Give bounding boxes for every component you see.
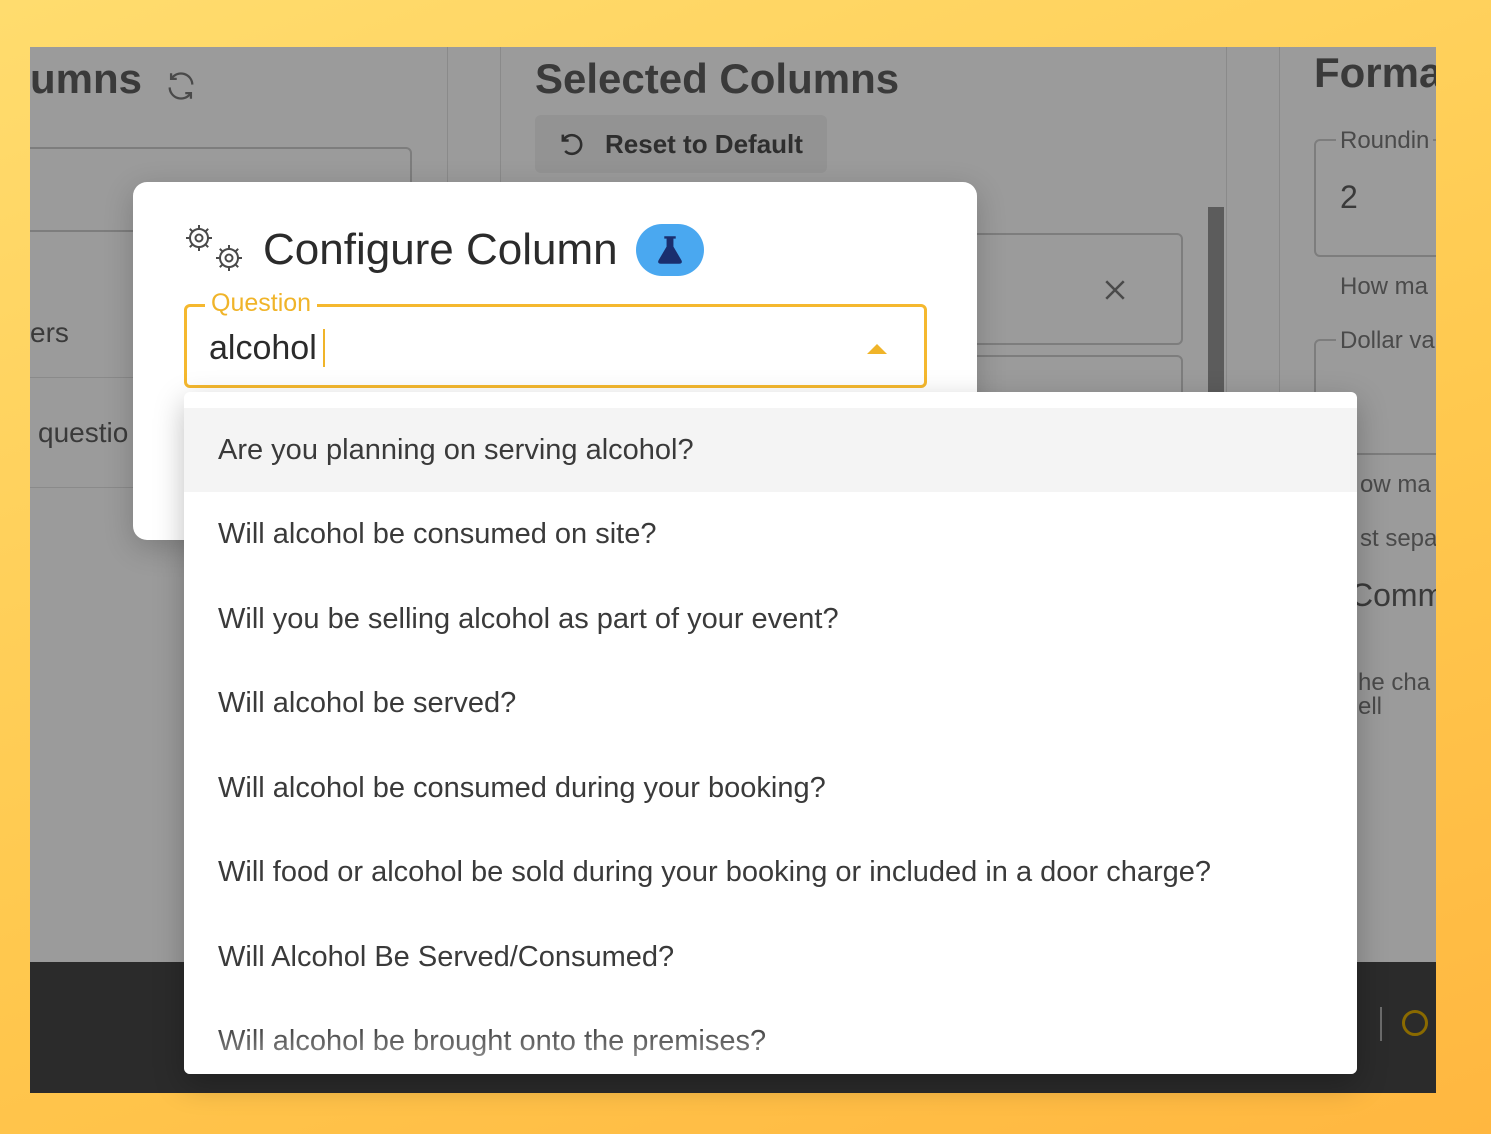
rounding-value: 2 xyxy=(1340,179,1358,215)
rounding-label: Roundin xyxy=(1336,127,1434,155)
rounding-field[interactable] xyxy=(1314,139,1436,257)
list-item: questio xyxy=(38,417,129,448)
dollar-help: ow ma xyxy=(1360,471,1431,498)
question-autocomplete[interactable]: Question xyxy=(184,289,927,388)
option-item[interactable]: Will alcohol be served? xyxy=(184,661,1357,745)
refresh-icon[interactable] xyxy=(164,65,198,100)
question-options-listbox: Are you planning on serving alcohol? Wil… xyxy=(184,392,1357,1074)
reset-to-default-button[interactable]: Reset to Default xyxy=(535,115,827,173)
rounding-help: How ma xyxy=(1340,273,1429,300)
dollar-label: Dollar va xyxy=(1336,327,1436,355)
selected-columns-title: Selected Columns xyxy=(535,55,900,102)
separator-label: st sepa xyxy=(1360,525,1436,552)
selected-column-card xyxy=(950,233,1183,345)
option-item[interactable]: Will you be selling alcohol as part of y… xyxy=(184,577,1357,661)
text-cursor xyxy=(323,329,325,367)
logo-icon xyxy=(1402,1010,1428,1036)
char-help: he cha ell xyxy=(1358,669,1431,720)
option-item[interactable]: Will alcohol be consumed during your boo… xyxy=(184,746,1357,830)
gears-icon xyxy=(186,225,242,271)
undo-icon xyxy=(561,133,583,156)
scrollbar[interactable] xyxy=(1208,207,1224,397)
option-item[interactable]: Will food or alcohol be sold during your… xyxy=(184,830,1357,914)
list-item: ers xyxy=(30,317,69,348)
flask-icon xyxy=(635,224,704,276)
format-title: Forma xyxy=(1314,49,1436,96)
option-item[interactable]: Are you planning on serving alcohol? xyxy=(184,408,1357,492)
dialog-title: Configure Column xyxy=(263,225,618,274)
caret-up-icon[interactable] xyxy=(865,341,889,360)
question-input[interactable] xyxy=(209,329,829,368)
option-item[interactable]: Will alcohol be consumed on site? xyxy=(184,492,1357,576)
separator-value: Comm xyxy=(1350,577,1436,613)
option-item[interactable]: Will Alcohol Be Served/Consumed? xyxy=(184,915,1357,999)
option-item[interactable]: Will alcohol be brought onto the premise… xyxy=(184,999,1357,1074)
dialog-header: Configure Column xyxy=(183,222,704,278)
close-icon[interactable] xyxy=(1100,275,1130,310)
question-label: Question xyxy=(205,289,318,318)
available-columns-title: umns xyxy=(30,55,198,103)
footer-divider xyxy=(1380,1007,1382,1041)
